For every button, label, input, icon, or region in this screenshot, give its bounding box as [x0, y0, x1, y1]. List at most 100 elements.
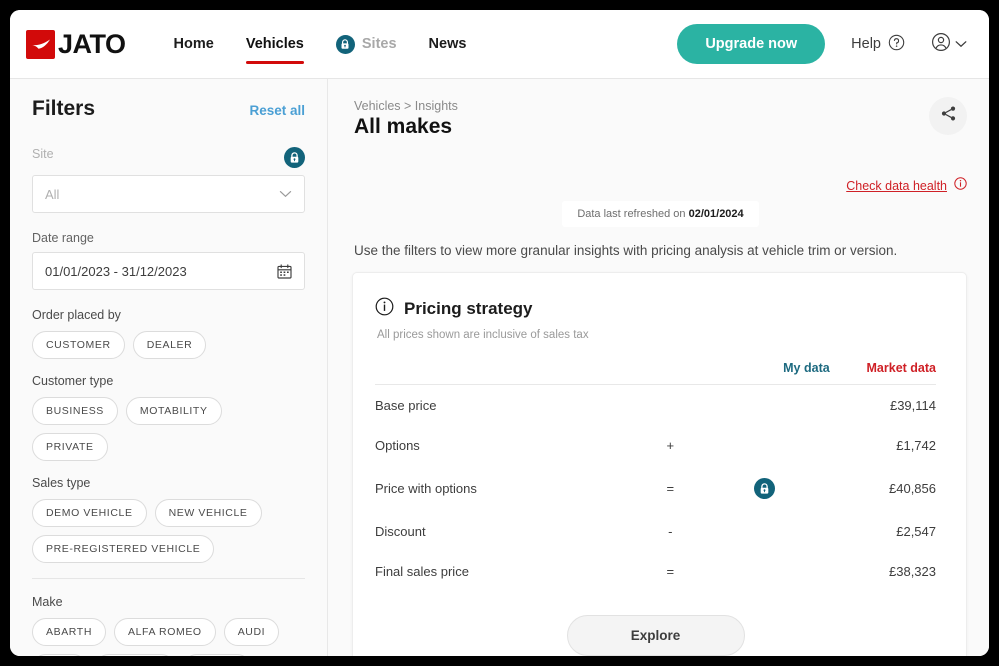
pricing-strategy-card: Pricing strategy All prices shown are in…	[352, 272, 967, 656]
nav-item-vehicles[interactable]: Vehicles	[230, 10, 320, 78]
info-circle-icon[interactable]	[375, 297, 394, 321]
chip-list: CUSTOMER DEALER	[32, 331, 305, 359]
chevron-down-icon	[955, 35, 967, 53]
filters-header: Filters Reset all	[32, 97, 305, 121]
primary-nav: Home Vehicles Sites News	[158, 10, 483, 78]
nav-item-label: Vehicles	[245, 36, 304, 52]
top-navigation-bar: JATO Home Vehicles Sites News Upgrade no…	[10, 10, 989, 79]
jato-logo[interactable]: JATO	[26, 28, 126, 59]
col-header-my-data: My data	[783, 361, 830, 375]
table-row: Options + £1,742	[375, 425, 936, 465]
row-operator: =	[666, 564, 675, 579]
card-header: Pricing strategy	[375, 297, 936, 321]
row-my-data	[700, 385, 830, 426]
row-my-data-locked	[700, 465, 830, 511]
pricing-header-row: My data Market data	[375, 361, 936, 385]
chevron-down-icon	[279, 190, 292, 198]
row-my-data	[700, 511, 830, 551]
data-refresh-badge: Data last refreshed on 02/01/2024	[562, 201, 759, 227]
make-chip[interactable]: ALFA ROMEO	[114, 618, 216, 646]
page-body: Filters Reset all Site All Date range 01…	[10, 79, 989, 656]
lock-icon[interactable]	[754, 478, 776, 499]
nav-right-actions: Upgrade now Help	[677, 24, 967, 64]
site-select[interactable]: All	[32, 175, 305, 213]
table-row: Final sales price = £38,323	[375, 551, 936, 591]
group-label: Order placed by	[32, 308, 121, 322]
row-operator: -	[668, 524, 673, 539]
share-button[interactable]	[929, 97, 967, 135]
check-data-health-link[interactable]: Check data health	[846, 179, 947, 193]
sidebar-divider	[32, 578, 305, 579]
row-operator: +	[666, 438, 675, 453]
filter-chip[interactable]: BUSINESS	[32, 397, 118, 425]
filter-group-make: Make ABARTH ALFA ROMEO AUDI BMW CITROEN …	[32, 595, 305, 656]
row-label: Discount	[375, 524, 426, 539]
group-label: Customer type	[32, 374, 114, 388]
col-header-market-data: Market data	[866, 361, 936, 375]
nav-item-label: Sites	[361, 36, 397, 52]
filter-chip[interactable]: DEALER	[132, 331, 207, 359]
filter-group-customer-type: Customer type BUSINESS MOTABILITY PRIVAT…	[32, 374, 305, 461]
chip-list: ABARTH ALFA ROMEO AUDI BMW CITROEN CUPRA…	[32, 618, 305, 656]
table-row: Discount - £2,547	[375, 511, 936, 551]
row-label: Price with options	[375, 481, 477, 496]
date-range-label: Date range	[32, 231, 94, 245]
row-operator	[641, 385, 700, 426]
filter-chip[interactable]: CUSTOMER	[32, 331, 125, 359]
col-header-operator	[641, 361, 700, 385]
make-chip[interactable]: BMW	[32, 654, 88, 656]
app-window: JATO Home Vehicles Sites News Upgrade no…	[10, 10, 989, 656]
filters-hint-text: Use the filters to view more granular in…	[354, 243, 898, 258]
reset-all-button[interactable]: Reset all	[249, 103, 305, 118]
jato-arrow-mark-icon	[26, 29, 55, 59]
card-title: Pricing strategy	[404, 299, 533, 318]
filter-chip[interactable]: MOTABILITY	[125, 397, 222, 425]
upgrade-now-button[interactable]: Upgrade now	[677, 24, 826, 64]
table-row: Base price £39,114	[375, 385, 936, 426]
filter-chip[interactable]: PRIVATE	[32, 433, 108, 461]
filter-chip[interactable]: NEW VEHICLE	[154, 499, 262, 527]
make-chip[interactable]: AUDI	[223, 618, 280, 646]
col-header-label	[375, 361, 641, 385]
date-range-value: 01/01/2023 - 31/12/2023	[45, 263, 187, 279]
help-link[interactable]: Help	[851, 34, 905, 55]
explore-button[interactable]: Explore	[566, 615, 745, 656]
info-circle-icon[interactable]	[954, 177, 967, 195]
calendar-icon[interactable]	[277, 263, 292, 279]
refresh-prefix: Data last refreshed on	[577, 208, 689, 220]
account-menu[interactable]	[931, 32, 967, 57]
chip-list: DEMO VEHICLE NEW VEHICLE PRE-REGISTERED …	[32, 499, 305, 563]
breadcrumb[interactable]: Vehicles > Insights	[354, 99, 967, 113]
jato-logo-text: JATO	[58, 28, 126, 59]
make-chip[interactable]: CITROEN	[95, 654, 175, 656]
lock-cell	[700, 478, 830, 499]
question-circle-icon	[888, 34, 905, 55]
row-market-data: £40,856	[889, 481, 936, 496]
pricing-table-body: Base price £39,114 Options + £1,742 Pric…	[375, 385, 936, 592]
table-row: Price with options = £40,856	[375, 465, 936, 511]
filter-chip[interactable]: DEMO VEHICLE	[32, 499, 147, 527]
date-range-input[interactable]: 01/01/2023 - 31/12/2023	[32, 252, 305, 290]
explore-wrap: Explore	[375, 615, 936, 656]
refresh-date: 02/01/2024	[688, 208, 744, 220]
pricing-table-head: My data Market data	[375, 361, 936, 385]
nav-item-home[interactable]: Home	[158, 10, 230, 78]
filter-chip[interactable]: PRE-REGISTERED VEHICLE	[32, 535, 215, 563]
make-chip[interactable]: ABARTH	[32, 618, 106, 646]
nav-item-label: Home	[173, 36, 214, 52]
page-title: All makes	[354, 115, 453, 138]
row-my-data	[700, 425, 830, 465]
lock-icon	[284, 147, 305, 168]
make-chip[interactable]: CUPRA	[182, 654, 251, 656]
nav-item-news[interactable]: News	[413, 10, 483, 78]
nav-item-sites[interactable]: Sites	[320, 10, 413, 78]
row-market-data: £39,114	[889, 398, 936, 413]
row-operator: =	[666, 481, 675, 496]
nav-item-label: News	[428, 36, 467, 52]
share-icon	[940, 105, 957, 127]
site-select-value: All	[45, 186, 60, 202]
user-circle-icon	[931, 32, 951, 57]
pricing-table: My data Market data Base price £39,114 O	[375, 361, 936, 591]
filter-group-order-placed-by: Order placed by CUSTOMER DEALER	[32, 308, 305, 359]
data-health-row: Check data health	[354, 177, 967, 195]
